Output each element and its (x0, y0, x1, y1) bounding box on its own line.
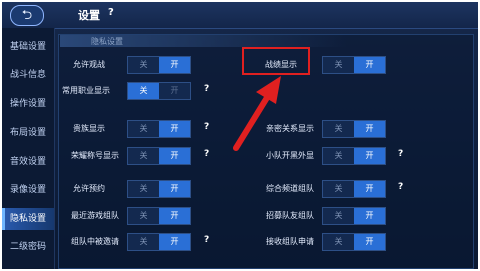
toggle-team-invite[interactable]: 关开 (127, 233, 191, 251)
toggle-off[interactable]: 关 (128, 181, 159, 197)
sidebar-item-secondary-password[interactable]: 二级密码 (2, 236, 54, 258)
help-icon[interactable]: ? (204, 235, 209, 245)
toggle-on[interactable]: 开 (354, 148, 385, 164)
help-icon[interactable]: ? (204, 122, 209, 132)
setting-label-squad-display: 小队开黑外显 (266, 151, 314, 160)
setting-label-noble: 贵族显示 (73, 124, 105, 133)
toggle-intimate[interactable]: 关开 (322, 120, 386, 138)
toggle-on[interactable]: 开 (354, 181, 385, 197)
toggle-common-role[interactable]: 关开 (127, 82, 191, 100)
setting-label-team-apply: 接收组队申请 (266, 237, 314, 246)
sidebar-item-sound[interactable]: 音效设置 (2, 151, 54, 173)
top-bar: ⮌ 设置 ? (2, 2, 478, 29)
sidebar-item-basic[interactable]: 基础设置 (2, 36, 54, 58)
help-icon[interactable]: ? (204, 149, 209, 159)
toggle-on[interactable]: 开 (159, 234, 190, 250)
toggle-team-apply[interactable]: 关开 (322, 233, 386, 251)
highlight-box (242, 47, 310, 75)
toggle-off[interactable]: 关 (323, 234, 354, 250)
setting-label-common-role: 常用职业显示 (62, 86, 110, 95)
toggle-squad-display[interactable]: 关开 (322, 147, 386, 165)
setting-label-team-invite: 组队中被邀请 (71, 237, 119, 246)
sidebar-item-privacy[interactable]: 隐私设置 (2, 208, 54, 230)
toggle-on[interactable]: 开 (354, 121, 385, 137)
toggle-off[interactable]: 关 (128, 121, 159, 137)
toggle-allow-reserve[interactable]: 关开 (127, 180, 191, 198)
toggle-off[interactable]: 关 (128, 83, 159, 99)
help-icon[interactable]: ? (398, 182, 403, 192)
setting-label-recent-team: 最近游戏组队 (71, 211, 119, 220)
toggle-on[interactable]: 开 (159, 121, 190, 137)
toggle-on[interactable]: 开 (159, 181, 190, 197)
back-arrow-icon: ⮌ (21, 8, 33, 23)
toggle-on[interactable]: 开 (354, 234, 385, 250)
sidebar-item-replay[interactable]: 录像设置 (2, 179, 54, 201)
setting-label-honor-title: 荣耀称号显示 (71, 151, 119, 160)
sidebar-item-layout[interactable]: 布局设置 (2, 122, 54, 144)
toggle-off[interactable]: 关 (128, 148, 159, 164)
toggle-off[interactable]: 关 (128, 208, 159, 224)
page-title: 设置 (78, 9, 100, 22)
toggle-on[interactable]: 开 (159, 57, 190, 73)
toggle-on[interactable]: 开 (159, 83, 190, 99)
setting-label-allow-spectate: 允许观战 (73, 60, 105, 69)
toggle-recent-team[interactable]: 关开 (127, 207, 191, 225)
sidebar-item-battle-info[interactable]: 战斗信息 (2, 64, 54, 86)
settings-sidebar: 基础设置 战斗信息 操作设置 布局设置 音效设置 录像设置 隐私设置 二级密码 (2, 28, 55, 269)
toggle-on[interactable]: 开 (354, 208, 385, 224)
toggle-off[interactable]: 关 (323, 121, 354, 137)
sidebar-item-controls[interactable]: 操作设置 (2, 93, 54, 115)
toggle-record-display[interactable]: 关开 (322, 56, 386, 74)
toggle-off[interactable]: 关 (323, 208, 354, 224)
toggle-off[interactable]: 关 (323, 181, 354, 197)
setting-label-recruit-team: 招募队友组队 (266, 211, 314, 220)
setting-label-allow-reserve: 允许预约 (73, 184, 105, 193)
back-button[interactable]: ⮌ (10, 5, 44, 26)
toggle-off[interactable]: 关 (323, 148, 354, 164)
toggle-honor-title[interactable]: 关开 (127, 147, 191, 165)
toggle-allow-spectate[interactable]: 关开 (127, 56, 191, 74)
toggle-noble[interactable]: 关开 (127, 120, 191, 138)
setting-label-channel-team: 综合频道组队 (266, 184, 314, 193)
toggle-off[interactable]: 关 (323, 57, 354, 73)
toggle-on[interactable]: 开 (159, 208, 190, 224)
help-icon[interactable]: ? (204, 84, 209, 94)
toggle-on[interactable]: 开 (159, 148, 190, 164)
help-icon[interactable]: ? (398, 149, 403, 159)
section-title: 隐私设置 (91, 37, 123, 46)
setting-label-intimate: 亲密关系显示 (266, 124, 314, 133)
help-icon[interactable]: ? (108, 7, 114, 18)
toggle-on[interactable]: 开 (354, 57, 385, 73)
toggle-off[interactable]: 关 (128, 57, 159, 73)
toggle-off[interactable]: 关 (128, 234, 159, 250)
toggle-channel-team[interactable]: 关开 (322, 180, 386, 198)
toggle-recruit-team[interactable]: 关开 (322, 207, 386, 225)
